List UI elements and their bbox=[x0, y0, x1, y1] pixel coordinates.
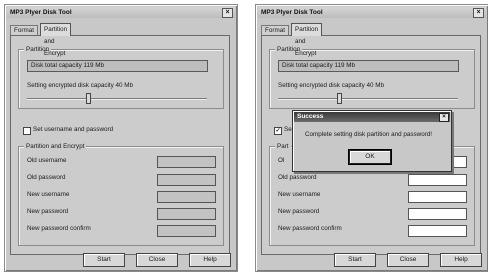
start-button[interactable]: Start bbox=[334, 253, 376, 267]
close-icon[interactable]: × bbox=[473, 8, 484, 18]
old-username-field[interactable] bbox=[157, 156, 216, 168]
set-username-checkbox[interactable] bbox=[23, 127, 31, 135]
new-password-confirm-label: New password confirm bbox=[27, 225, 91, 232]
dialog-title-bar: Success × bbox=[294, 112, 450, 122]
new-username-field[interactable] bbox=[408, 191, 467, 203]
old-username-label: Ol bbox=[278, 157, 285, 164]
start-button[interactable]: Start bbox=[83, 253, 125, 267]
capacity-slider-thumb[interactable] bbox=[86, 93, 92, 104]
window-title: MP3 Plyer Disk Tool bbox=[261, 9, 323, 16]
close-icon[interactable]: × bbox=[439, 113, 449, 122]
old-password-field[interactable] bbox=[408, 174, 467, 186]
close-button[interactable]: Close bbox=[387, 253, 429, 267]
dialog-title: Success bbox=[297, 113, 324, 120]
tab-partition-and-encrypt[interactable]: Partition and Encrypt bbox=[40, 23, 72, 57]
new-username-field[interactable] bbox=[157, 191, 216, 203]
new-password-field[interactable] bbox=[408, 208, 467, 220]
title-bar: MP3 Plyer Disk Tool × bbox=[7, 7, 235, 18]
encrypt-group-title: Part bbox=[275, 142, 291, 151]
set-username-checkbox[interactable]: ✓ bbox=[274, 127, 282, 135]
set-username-label: Set username and password bbox=[33, 126, 114, 133]
window-title: MP3 Plyer Disk Tool bbox=[10, 9, 72, 16]
tab-panel: Partition Disk total capacity 119 Mb Set… bbox=[10, 35, 230, 255]
old-username-label: Old username bbox=[27, 157, 67, 164]
title-bar: MP3 Plyer Disk Tool × bbox=[258, 7, 486, 18]
new-password-confirm-field[interactable] bbox=[157, 225, 216, 237]
old-password-field[interactable] bbox=[157, 174, 216, 186]
new-password-field[interactable] bbox=[157, 208, 216, 220]
set-username-label: Se bbox=[284, 126, 292, 133]
capacity-slider-track[interactable] bbox=[27, 98, 207, 100]
encrypted-capacity-label: Setting encrypted disk capacity 40 Mb bbox=[27, 82, 134, 89]
new-password-confirm-field[interactable] bbox=[408, 225, 467, 237]
dialog-message: Complete setting disk partition and pass… bbox=[305, 131, 433, 138]
tab-partition-and-encrypt[interactable]: Partition and Encrypt bbox=[291, 23, 323, 57]
capacity-slider-thumb[interactable] bbox=[337, 93, 343, 104]
encrypt-group: Partition and Encrypt Old username Old p… bbox=[18, 142, 224, 246]
help-button[interactable]: Help bbox=[189, 253, 231, 267]
new-username-label: New username bbox=[278, 191, 321, 198]
new-password-confirm-label: New password confirm bbox=[278, 225, 342, 232]
encrypted-capacity-label: Setting encrypted disk capacity 40 Mb bbox=[278, 82, 385, 89]
new-username-label: New username bbox=[27, 191, 70, 198]
new-password-label: New password bbox=[278, 208, 320, 215]
help-button[interactable]: Help bbox=[440, 253, 482, 267]
old-password-label: Old password bbox=[27, 174, 66, 181]
disk-tool-window-left: MP3 Plyer Disk Tool × Format Partition a… bbox=[4, 4, 238, 272]
success-dialog: Success × Complete setting disk partitio… bbox=[292, 110, 452, 172]
close-icon[interactable]: × bbox=[222, 8, 233, 18]
disk-total-capacity: Disk total capacity 119 Mb bbox=[27, 60, 208, 72]
close-button[interactable]: Close bbox=[136, 253, 178, 267]
disk-tool-window-right: MP3 Plyer Disk Tool × Format Partition a… bbox=[255, 4, 488, 272]
new-password-label: New password bbox=[27, 208, 69, 215]
capacity-slider-track[interactable] bbox=[278, 98, 458, 100]
ok-button[interactable]: OK bbox=[349, 150, 391, 164]
disk-total-capacity: Disk total capacity 119 Mb bbox=[278, 60, 459, 72]
encrypt-group-title: Partition and Encrypt bbox=[24, 142, 87, 151]
old-password-label: Old password bbox=[278, 174, 317, 181]
